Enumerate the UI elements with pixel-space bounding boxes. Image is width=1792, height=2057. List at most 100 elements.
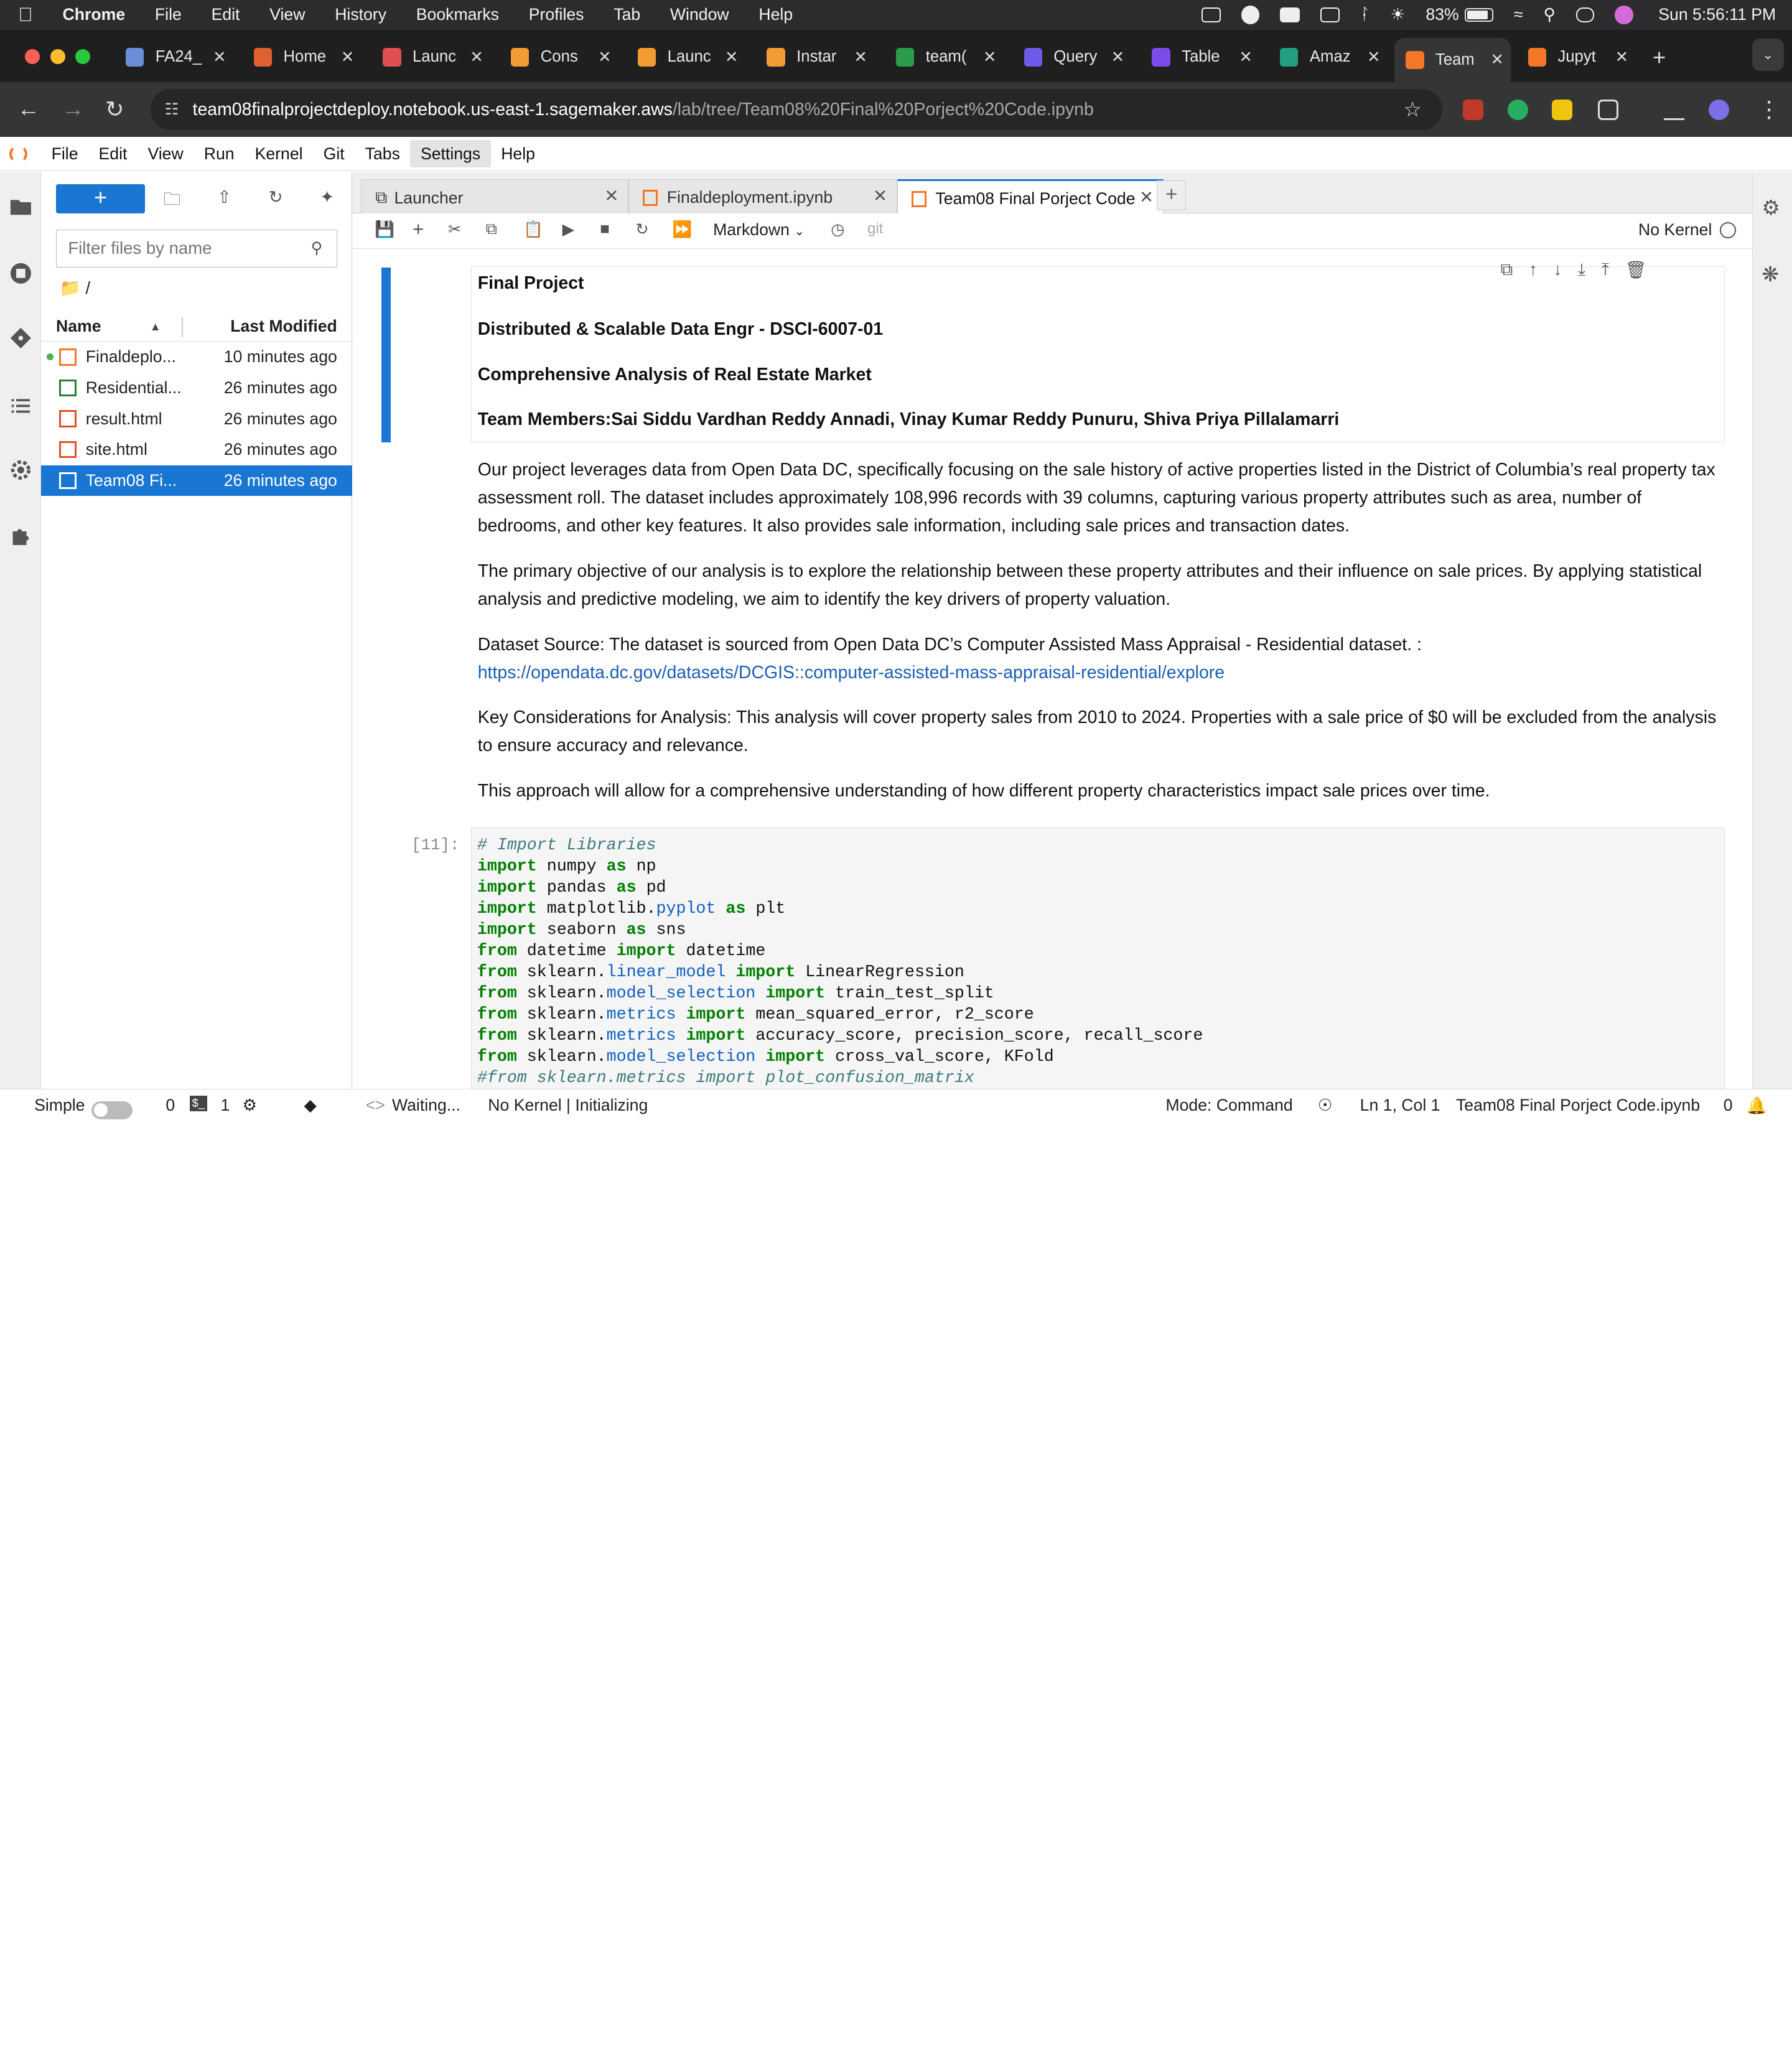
running-icon[interactable] — [9, 262, 32, 285]
jmenu-view[interactable]: View — [138, 140, 194, 167]
menu-profiles[interactable]: Profiles — [529, 5, 584, 24]
folder-icon[interactable] — [9, 195, 32, 218]
minimize-window-button[interactable] — [50, 49, 65, 64]
grammarly-icon[interactable] — [1241, 6, 1260, 24]
kernel-indicator[interactable]: No Kernel — [1638, 220, 1736, 240]
bookmark-star-icon[interactable]: ☆ — [1403, 97, 1422, 122]
extension-manager-icon[interactable] — [9, 525, 32, 548]
add-tab-button[interactable]: + — [1156, 180, 1187, 210]
browser-tab[interactable]: Launc ✕ — [378, 41, 490, 73]
jmenu-help[interactable]: Help — [491, 140, 546, 167]
keyboard-icon[interactable] — [1320, 7, 1340, 22]
tab-launcher[interactable]: ⧉ Launcher ✕ — [361, 179, 629, 214]
menu-file[interactable]: File — [155, 5, 182, 24]
bell-icon[interactable]: 🔔 — [1746, 1096, 1766, 1116]
dataset-link[interactable]: https://opendata.dc.gov/datasets/DCGIS::… — [478, 663, 1225, 683]
tab-finaldeployment[interactable]: Finaldeployment.ipynb ✕ — [628, 179, 897, 214]
git-icon[interactable] — [9, 327, 32, 350]
close-tab-icon[interactable]: ✕ — [725, 48, 739, 67]
control-center-icon[interactable] — [1576, 7, 1595, 22]
op-extension-icon[interactable] — [1552, 99, 1573, 120]
close-tab-icon[interactable]: ✕ — [873, 186, 887, 206]
kernel-status[interactable]: No Kernel | Initializing — [488, 1096, 648, 1115]
run-icon[interactable]: ▶ — [562, 220, 575, 239]
close-tab-icon[interactable]: ✕ — [854, 48, 868, 67]
browser-tab[interactable]: Amaz ✕ — [1276, 41, 1388, 73]
close-tab-icon[interactable]: ✕ — [470, 48, 483, 67]
extensions-puzzle-icon[interactable] — [1597, 99, 1618, 120]
grammarly-extension-icon[interactable] — [1507, 99, 1528, 120]
zoom-window-button[interactable] — [75, 49, 91, 64]
file-row[interactable]: result.html 26 minutes ago — [41, 403, 352, 434]
file-row[interactable]: site.html 26 minutes ago — [41, 434, 352, 465]
jmenu-run[interactable]: Run — [194, 140, 245, 167]
wifi-icon[interactable]: ≈ — [1514, 5, 1523, 24]
browser-tab[interactable]: team(✕ — [892, 41, 1004, 73]
reload-icon[interactable]: ↻ — [105, 96, 124, 123]
cut-icon[interactable]: ✂ — [448, 220, 462, 239]
browser-tab[interactable]: Home ✕ — [249, 41, 361, 73]
browser-tab[interactable]: Instar ✕ — [762, 41, 874, 73]
copy-icon[interactable]: ⧉ — [486, 220, 497, 239]
upload-icon[interactable]: ⇧ — [217, 187, 231, 207]
gear-icon[interactable] — [9, 459, 32, 482]
tab-search-button[interactable]: ⌄ — [1752, 39, 1785, 71]
stop-icon[interactable]: ■ — [600, 220, 610, 238]
close-window-button[interactable] — [25, 49, 40, 64]
breadcrumb[interactable]: 📁 / — [59, 278, 90, 298]
cell-type-select[interactable]: Markdown ⌄ — [713, 220, 805, 240]
browser-tab[interactable]: Table ✕ — [1147, 41, 1259, 73]
paste-icon[interactable]: 📋 — [523, 220, 543, 239]
screenshot-icon[interactable] — [1201, 7, 1221, 22]
forward-icon[interactable]: → — [62, 96, 85, 122]
refresh-icon[interactable]: ↻ — [269, 187, 283, 207]
new-launcher-button[interactable]: + — [55, 184, 146, 214]
back-icon[interactable]: ← — [17, 96, 40, 122]
jmenu-kernel[interactable]: Kernel — [245, 140, 313, 167]
jmenu-edit[interactable]: Edit — [88, 140, 138, 167]
close-tab-icon[interactable]: ✕ — [213, 48, 226, 67]
save-icon[interactable]: 💾 — [375, 220, 394, 239]
menu-history[interactable]: History — [335, 5, 386, 24]
property-inspector-icon[interactable]: ⚙ — [1762, 195, 1780, 220]
debugger-icon[interactable]: ❋ — [1762, 262, 1779, 287]
menu-view[interactable]: View — [269, 5, 305, 24]
code-editor[interactable]: # Import Libraries import numpy as np impo… — [477, 835, 1203, 1089]
close-tab-icon[interactable]: ✕ — [1111, 48, 1125, 67]
apple-icon[interactable]:  — [18, 4, 32, 26]
browser-tab[interactable]: Team ✕ — [1394, 37, 1511, 83]
clock[interactable]: Sun 5:56:11 PM — [1658, 5, 1776, 24]
terminal-count[interactable]: 0 — [166, 1096, 175, 1115]
menu-help[interactable]: Help — [758, 5, 793, 24]
kernel-count[interactable]: 1 — [220, 1096, 230, 1115]
close-tab-icon[interactable]: ✕ — [1139, 187, 1154, 207]
filter-files-input[interactable] — [55, 230, 337, 268]
close-tab-icon[interactable]: ✕ — [1615, 48, 1629, 67]
close-tab-icon[interactable]: ✕ — [604, 186, 618, 206]
menu-tab[interactable]: Tab — [614, 5, 640, 24]
file-row[interactable]: Residential... 26 minutes ago — [41, 373, 352, 404]
git-diff-button[interactable]: git — [867, 220, 883, 238]
profile-avatar[interactable] — [1708, 99, 1729, 120]
spotlight-icon[interactable]: ⚲ — [1544, 5, 1556, 24]
close-tab-icon[interactable]: ✕ — [983, 48, 997, 67]
jmenu-tabs[interactable]: Tabs — [355, 140, 410, 167]
browser-tab[interactable]: FA24_ ✕ — [121, 41, 233, 73]
play-icon[interactable] — [1280, 7, 1300, 22]
new-folder-icon[interactable]: 🗀 — [164, 187, 181, 216]
close-tab-icon[interactable]: ✕ — [1491, 50, 1505, 69]
brightness-icon[interactable]: ☀ — [1390, 5, 1405, 24]
tab-team08-notebook[interactable]: Team08 Final Porject Code ✕ — [897, 179, 1164, 215]
site-info-icon[interactable]: ☷ — [164, 100, 179, 119]
cursor-position[interactable]: Ln 1, Col 1 — [1360, 1096, 1440, 1115]
chrome-menu-icon[interactable]: ⋮ — [1758, 96, 1781, 123]
notebook-area[interactable]: ⧉ ↑ ↓ ⤓ ⤒ 🗑 Final Project Distributed & … — [352, 250, 1752, 1089]
toc-icon[interactable] — [9, 394, 32, 417]
siri-icon[interactable] — [1615, 6, 1633, 24]
menu-window[interactable]: Window — [670, 5, 729, 24]
download-icon[interactable] — [1664, 100, 1685, 120]
code-cell[interactable]: # Import Libraries import numpy as np impo… — [470, 827, 1725, 1089]
jmenu-file[interactable]: File — [41, 140, 88, 167]
file-row[interactable]: Finaldeplo... 10 minutes ago — [41, 342, 352, 373]
new-tab-button[interactable]: + — [1653, 45, 1666, 71]
